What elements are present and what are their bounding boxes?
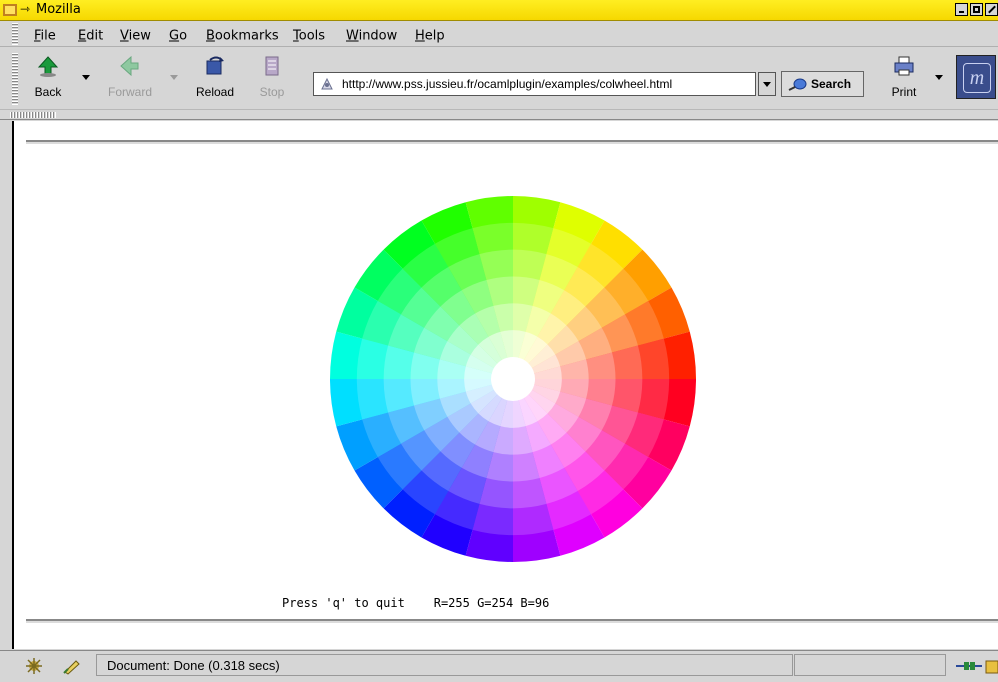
- reload-label: Reload: [195, 85, 235, 99]
- menu-tools[interactable]: Tools: [293, 29, 325, 44]
- forward-button[interactable]: Forward: [100, 51, 160, 105]
- security-icon[interactable]: [62, 657, 82, 675]
- print-button[interactable]: Print: [882, 51, 926, 105]
- minimize-button[interactable]: [955, 3, 968, 16]
- forward-dropdown[interactable]: [170, 75, 178, 80]
- back-label: Back: [34, 85, 62, 99]
- collapsed-toolbar-grip[interactable]: [10, 112, 56, 118]
- rgb-readout: R=255 G=254 B=96: [433, 596, 550, 610]
- quit-hint: Press 'q' to quit: [282, 596, 405, 610]
- url-text[interactable]: htttp://www.pss.jussieu.fr/ocamlplugin/e…: [342, 77, 672, 91]
- menu-file[interactable]: File: [34, 29, 56, 44]
- mozilla-app-icon: [3, 4, 17, 16]
- back-arrow-icon: [37, 56, 59, 77]
- print-icon: [894, 56, 914, 76]
- sidebar-toggle-icon[interactable]: [984, 657, 998, 675]
- search-icon: [788, 78, 807, 91]
- forward-label: Forward: [107, 85, 152, 99]
- back-button[interactable]: Back: [28, 51, 68, 105]
- wheel-center[interactable]: [491, 357, 535, 401]
- horizontal-rule-top: [26, 140, 998, 144]
- toolbar-separator: [0, 109, 998, 120]
- status-text: Document: Done (0.318 secs): [107, 658, 280, 673]
- print-dropdown[interactable]: [935, 75, 943, 80]
- menu-view[interactable]: View: [120, 29, 151, 44]
- throbber-icon[interactable]: m: [956, 55, 996, 99]
- window-title: Mozilla: [36, 2, 81, 17]
- menu-go[interactable]: Go: [169, 29, 187, 44]
- url-history-dropdown[interactable]: [758, 72, 776, 96]
- navigation-toolbar: Back Forward Reload Stop htttp://www.pss…: [0, 47, 998, 109]
- maximize-button[interactable]: [970, 3, 983, 16]
- menu-edit[interactable]: Edit: [78, 29, 103, 44]
- title-bar[interactable]: Mozilla ⇾: [0, 0, 998, 21]
- close-button[interactable]: [985, 3, 998, 16]
- forward-arrow-icon: [120, 55, 139, 77]
- plugin-status-line: Press 'q' to quit R=255 G=254 B=96: [282, 596, 549, 610]
- menu-help[interactable]: Help: [415, 29, 445, 44]
- search-button[interactable]: Search: [781, 71, 864, 97]
- mozilla-logo: m: [963, 63, 991, 93]
- progress-panel: [794, 654, 946, 676]
- menu-bookmarks[interactable]: Bookmarks: [206, 29, 279, 44]
- menubar-grip[interactable]: [12, 23, 18, 45]
- color-wheel[interactable]: [330, 196, 696, 562]
- toolbar-grip[interactable]: [12, 53, 18, 105]
- color-wheel-canvas[interactable]: [330, 196, 696, 562]
- menu-window[interactable]: Window: [346, 29, 397, 44]
- stop-icon: [265, 56, 279, 76]
- browser-window: Mozilla ⇾ File Edit View Go Bookmarks To…: [0, 0, 998, 682]
- reload-button[interactable]: Reload: [190, 51, 240, 105]
- back-dropdown[interactable]: [82, 75, 90, 80]
- url-bar[interactable]: htttp://www.pss.jussieu.fr/ocamlplugin/e…: [313, 72, 756, 96]
- site-icon: [321, 77, 333, 90]
- chevron-down-icon: [763, 82, 771, 87]
- print-label: Print: [891, 85, 917, 99]
- component-icon[interactable]: [24, 657, 44, 675]
- stop-label: Stop: [259, 85, 285, 99]
- search-label: Search: [811, 77, 852, 91]
- title-marker-icon: ⇾: [20, 2, 31, 16]
- menu-bar: File Edit View Go Bookmarks Tools Window…: [0, 21, 998, 47]
- reload-icon: [206, 56, 224, 75]
- online-icon[interactable]: [954, 657, 984, 675]
- stop-button[interactable]: Stop: [252, 51, 292, 105]
- status-bar: Document: Done (0.318 secs): [0, 650, 998, 682]
- horizontal-rule-bottom: [26, 619, 998, 623]
- page-content: Press 'q' to quit R=255 G=254 B=96: [12, 121, 998, 649]
